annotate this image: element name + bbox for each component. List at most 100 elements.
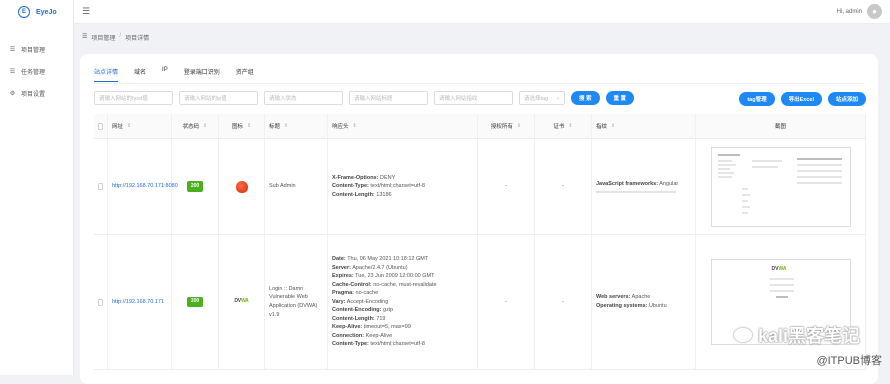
header-url[interactable]: 网址 ⇕: [108, 114, 172, 138]
screenshot-cell: DVWA: [696, 235, 866, 369]
column-label: 证书: [553, 124, 565, 130]
status-badge: 200: [186, 181, 204, 192]
url-cell: http://192.168.70.171:8080: [108, 139, 178, 234]
chevron-down-icon: ⌄: [555, 95, 560, 101]
sort-icon[interactable]: ⇕: [353, 123, 357, 129]
gear-icon: ⚙: [9, 90, 16, 97]
host-filter-input[interactable]: 请输入网站的host值: [94, 91, 173, 105]
header-owner[interactable]: 授权所有 ⇕: [478, 114, 535, 138]
menu-toggle-icon[interactable]: ☰: [82, 6, 90, 17]
headers-list: X-Frame-Options: DENY Content-Type: text…: [332, 174, 425, 200]
breadcrumb-separator: /: [119, 33, 122, 39]
row-select[interactable]: [94, 235, 108, 369]
sort-icon[interactable]: ⇕: [247, 123, 251, 129]
column-label: 标题: [269, 124, 281, 130]
tag-select-placeholder: 请选择tag: [524, 96, 549, 102]
column-label: 授权所有: [490, 124, 513, 130]
sort-icon[interactable]: ⇕: [284, 123, 288, 129]
wechat-icon: [733, 328, 752, 342]
avatar[interactable]: ●: [867, 4, 882, 19]
sidebar: E EyeJo ☰ 项目管理 ☰ 任务管理 ⚙ 项目设置: [0, 0, 74, 375]
column-label: 网址: [112, 124, 124, 130]
header-line: Cache-Control: no-cache, must-revalidate: [332, 281, 437, 288]
header-response[interactable]: 响应头 ⇕: [328, 114, 478, 138]
tab-domain[interactable]: 域名: [134, 67, 146, 82]
sort-icon[interactable]: ⇕: [611, 123, 615, 129]
header-line: Pragma: no-cache: [332, 290, 379, 297]
tab-ip[interactable]: IP: [162, 67, 168, 82]
tag-manage-button[interactable]: tag管理: [739, 92, 775, 106]
list-icon: ☰: [9, 46, 16, 53]
row-checkbox[interactable]: [98, 183, 103, 190]
sidebar-item-label: 任务管理: [21, 69, 46, 76]
headers-cell: X-Frame-Options: DENY Content-Type: text…: [328, 139, 478, 234]
action-buttons: tag管理 导出Excel 站点添加: [739, 92, 866, 106]
sidebar-item-projects[interactable]: ☰ 项目管理: [0, 38, 73, 60]
breadcrumb-parent[interactable]: 项目管理: [91, 33, 115, 42]
cert-cell: -: [535, 139, 592, 234]
header-line: Expires: Tue, 23 Jun 2009 12:00:00 GMT: [332, 273, 435, 280]
fingerprint-cell: JavaScript frameworks: Angular: [592, 139, 696, 234]
tab-site-details[interactable]: 站点详情: [94, 67, 119, 82]
app-logo[interactable]: E EyeJo: [0, 0, 73, 24]
sidebar-item-label: 项目管理: [21, 47, 46, 54]
favicon-cell: DVWA: [219, 235, 265, 369]
header-icon[interactable]: 图标 ⇕: [219, 114, 265, 138]
sidebar-nav: ☰ 项目管理 ☰ 任务管理 ⚙ 项目设置: [0, 38, 73, 104]
logo-icon: E: [18, 6, 30, 18]
owner-cell: -: [478, 235, 535, 369]
fingerprint-list: Web servers: Apache Operating systems: U…: [596, 293, 667, 310]
owner-cell: -: [478, 139, 535, 234]
site-favicon-icon: [235, 180, 248, 193]
header-line: Content-Type: text/html;charset=utf-8: [332, 341, 425, 348]
column-label: 图标: [231, 124, 243, 130]
export-excel-button[interactable]: 导出Excel: [780, 92, 822, 106]
tag-select[interactable]: 请选择tag ⌄: [519, 91, 565, 105]
watermark-text: kali黑客笔记: [757, 326, 860, 346]
header-fingerprint[interactable]: 指纹 ⇕: [592, 114, 696, 138]
url-cell: http://192.168.70.171: [108, 235, 172, 369]
url-link[interactable]: http://192.168.70.171:8080: [112, 182, 178, 191]
fingerprint-line: Web servers: Apache: [596, 294, 651, 301]
site-screenshot[interactable]: [710, 146, 851, 227]
status-cell: 200: [172, 235, 219, 369]
screenshot-dvwa-logo: DVWA: [771, 266, 787, 272]
reset-button[interactable]: 重 置: [605, 91, 635, 105]
user-menu[interactable]: Hi, admin ●: [837, 4, 882, 19]
add-site-button[interactable]: 站点添加: [827, 92, 866, 106]
dvwa-favicon-suffix: WA: [240, 298, 249, 305]
search-button[interactable]: 搜 索: [571, 91, 600, 105]
headers-list: Date: Thu, 06 May 2021 10:18:12 GMT Serv…: [332, 255, 437, 349]
fingerprint-line: JavaScript frameworks: Angular: [596, 181, 679, 188]
sidebar-item-tasks[interactable]: ☰ 任务管理: [0, 60, 73, 82]
fingerprint-list: JavaScript frameworks: Angular: [596, 180, 678, 193]
header-line: Content-Length: 719: [332, 315, 386, 322]
header-status[interactable]: 状态码 ⇕: [172, 114, 219, 138]
header-cert[interactable]: 证书 ⇕: [535, 114, 592, 138]
fingerprint-cell: Web servers: Apache Operating systems: U…: [592, 235, 696, 369]
sort-icon[interactable]: ⇕: [203, 123, 207, 129]
table-header: 网址 ⇕ 状态码 ⇕ 图标 ⇕ 标题 ⇕ 响应头 ⇕ 授权所有 ⇕ 证书 ⇕ 指纹 ⇕ 截图: [94, 114, 866, 139]
sidebar-item-settings[interactable]: ⚙ 项目设置: [0, 82, 73, 104]
tab-login-port[interactable]: 登录端口识别: [184, 67, 220, 82]
status-badge: 200: [186, 296, 204, 308]
sort-icon[interactable]: ⇕: [517, 123, 521, 129]
sort-icon[interactable]: ⇕: [568, 123, 572, 129]
ip-filter-input[interactable]: 请输入网站的ip值: [179, 91, 258, 105]
breadcrumb: ☰ 项目管理 / 项目详情: [82, 33, 149, 42]
status-filter-input[interactable]: 请输入状态: [264, 91, 343, 105]
breadcrumb-current: 项目详情: [125, 36, 150, 42]
select-all-checkbox[interactable]: [98, 122, 103, 130]
row-checkbox[interactable]: [98, 298, 103, 306]
title-cell: Sub Admin: [265, 139, 328, 234]
row-select[interactable]: [94, 139, 108, 234]
sort-icon[interactable]: ⇕: [127, 123, 131, 129]
header-select-all[interactable]: [94, 114, 108, 138]
fingerprint-filter-input[interactable]: 请输入网站指纹: [434, 91, 513, 105]
title-filter-input[interactable]: 请输入网站标题: [349, 91, 428, 105]
url-link[interactable]: http://192.168.70.171: [112, 298, 164, 307]
header-title[interactable]: 标题 ⇕: [265, 114, 328, 138]
tab-asset-group[interactable]: 资产组: [236, 67, 254, 82]
header-line: Date: Thu, 06 May 2021 10:18:12 GMT: [332, 256, 429, 263]
column-label: 响应头: [332, 124, 349, 130]
